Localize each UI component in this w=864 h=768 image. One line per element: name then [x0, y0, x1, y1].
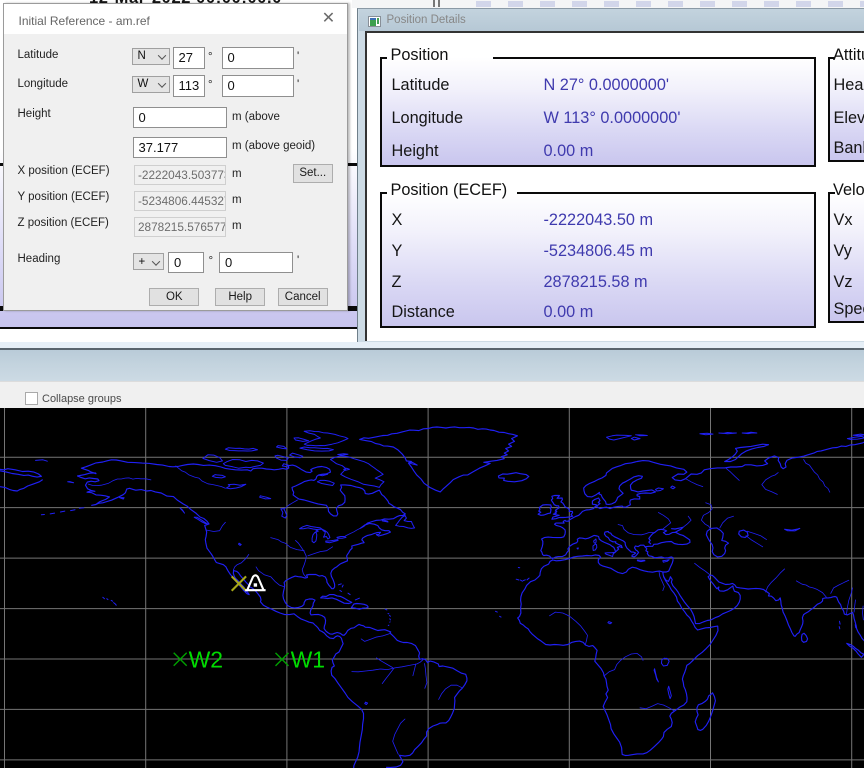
svg-text:W1: W1 — [291, 647, 326, 673]
svg-text:W2: W2 — [189, 647, 224, 673]
